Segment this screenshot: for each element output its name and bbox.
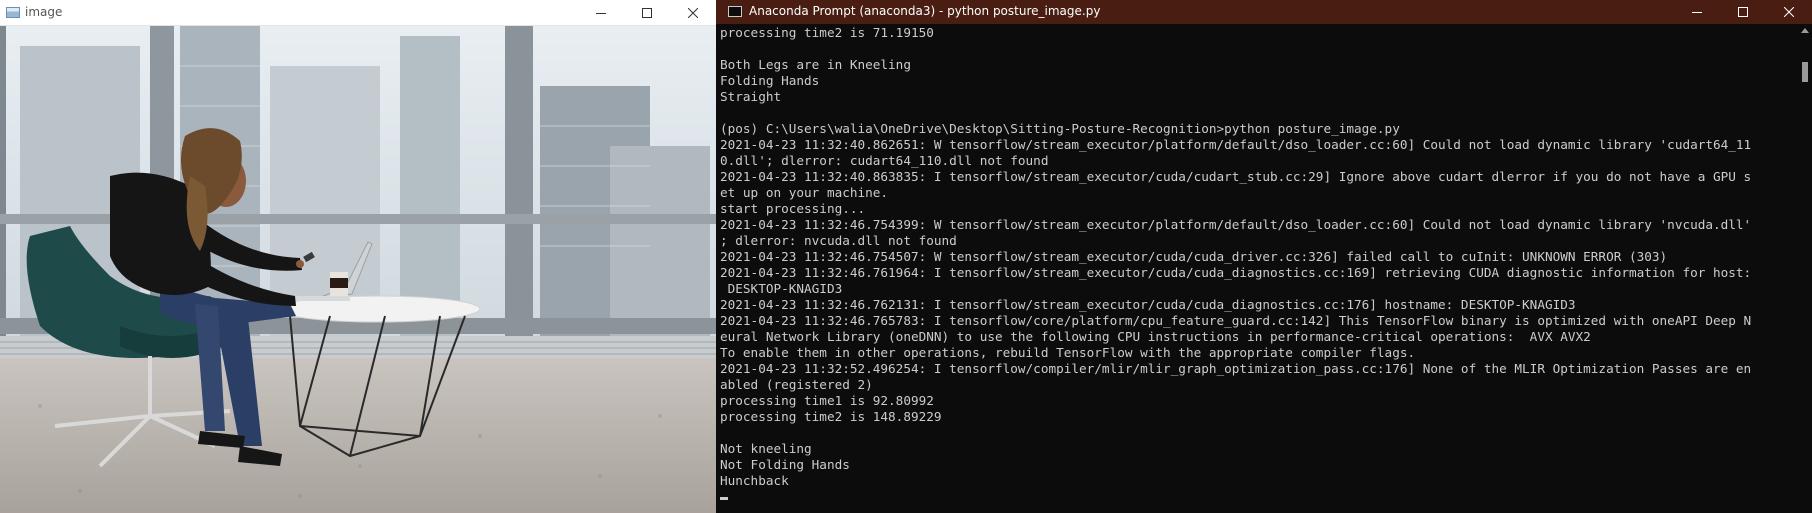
image-window-titlebar[interactable]: image [0, 0, 716, 26]
scrollbar-thumb[interactable] [1802, 62, 1808, 82]
console-line: 0.dll'; dlerror: cudart64_110.dll not fo… [720, 153, 1049, 168]
console-output[interactable]: processing time2 is 71.19150 Both Legs ar… [720, 25, 1796, 513]
console-line: To enable them in other operations, rebu… [720, 345, 1416, 360]
console-line: Straight [720, 89, 782, 104]
posture-photo [0, 26, 716, 513]
close-icon [688, 8, 698, 18]
maximize-button[interactable] [1720, 0, 1766, 24]
minimize-icon [596, 13, 606, 14]
scroll-up-icon[interactable] [1801, 28, 1809, 33]
console-line: processing time2 is 148.89229 [720, 409, 942, 424]
minimize-button[interactable] [1674, 0, 1720, 24]
console-line: start processing... [720, 201, 866, 216]
console-line: 2021-04-23 11:32:46.754507: W tensorflow… [720, 249, 1668, 264]
console-line: 2021-04-23 11:32:46.761964: I tensorflow… [720, 265, 1752, 280]
image-window-app-icon [6, 7, 20, 18]
image-window-title: image [25, 5, 63, 19]
console-line: 2021-04-23 11:32:46.762131: I tensorflow… [720, 297, 1576, 312]
anaconda-prompt-title: Anaconda Prompt (anaconda3) - python pos… [749, 4, 1101, 18]
console-line: 2021-04-23 11:32:40.862651: W tensorflow… [720, 137, 1752, 152]
console-line: 2021-04-23 11:32:46.765783: I tensorflow… [720, 313, 1752, 328]
console-line: (pos) C:\Users\walia\OneDrive\Desktop\Si… [720, 121, 1400, 136]
console-line: DESKTOP-KNAGID3 [720, 281, 843, 296]
console-line: et up on your machine. [720, 185, 889, 200]
console-line: 2021-04-23 11:32:46.754399: W tensorflow… [720, 217, 1752, 232]
console-line: 2021-04-23 11:32:52.496254: I tensorflow… [720, 361, 1752, 376]
console-line: processing time2 is 71.19150 [720, 25, 934, 40]
text-cursor [720, 497, 728, 500]
close-button[interactable] [670, 0, 716, 26]
console-line: Not kneeling [720, 441, 812, 456]
close-icon [1784, 7, 1794, 17]
console-line: ; dlerror: nvcuda.dll not found [720, 233, 957, 248]
console-line: Not Folding Hands [720, 457, 850, 472]
console-line: Folding Hands [720, 73, 820, 88]
minimize-button[interactable] [578, 0, 624, 26]
image-window: image [0, 0, 716, 513]
console-scrollbar[interactable] [1798, 24, 1812, 513]
terminal-icon [728, 6, 742, 17]
maximize-button[interactable] [624, 0, 670, 26]
console-line: abled (registered 2) [720, 377, 873, 392]
minimize-icon [1692, 12, 1702, 13]
console-line: Both Legs are in Kneeling [720, 57, 911, 72]
console-line: processing time1 is 92.80992 [720, 393, 934, 408]
anaconda-prompt-titlebar[interactable]: Anaconda Prompt (anaconda3) - python pos… [716, 0, 1812, 24]
anaconda-prompt-window: Anaconda Prompt (anaconda3) - python pos… [716, 0, 1812, 513]
console-line: Hunchback [720, 473, 789, 488]
console-line: 2021-04-23 11:32:40.863835: I tensorflow… [720, 169, 1752, 184]
close-button[interactable] [1766, 0, 1812, 24]
office-scene-image [0, 26, 716, 513]
console-line: eural Network Library (oneDNN) to use th… [720, 329, 1591, 344]
maximize-icon [1738, 7, 1748, 17]
maximize-icon [642, 8, 652, 18]
